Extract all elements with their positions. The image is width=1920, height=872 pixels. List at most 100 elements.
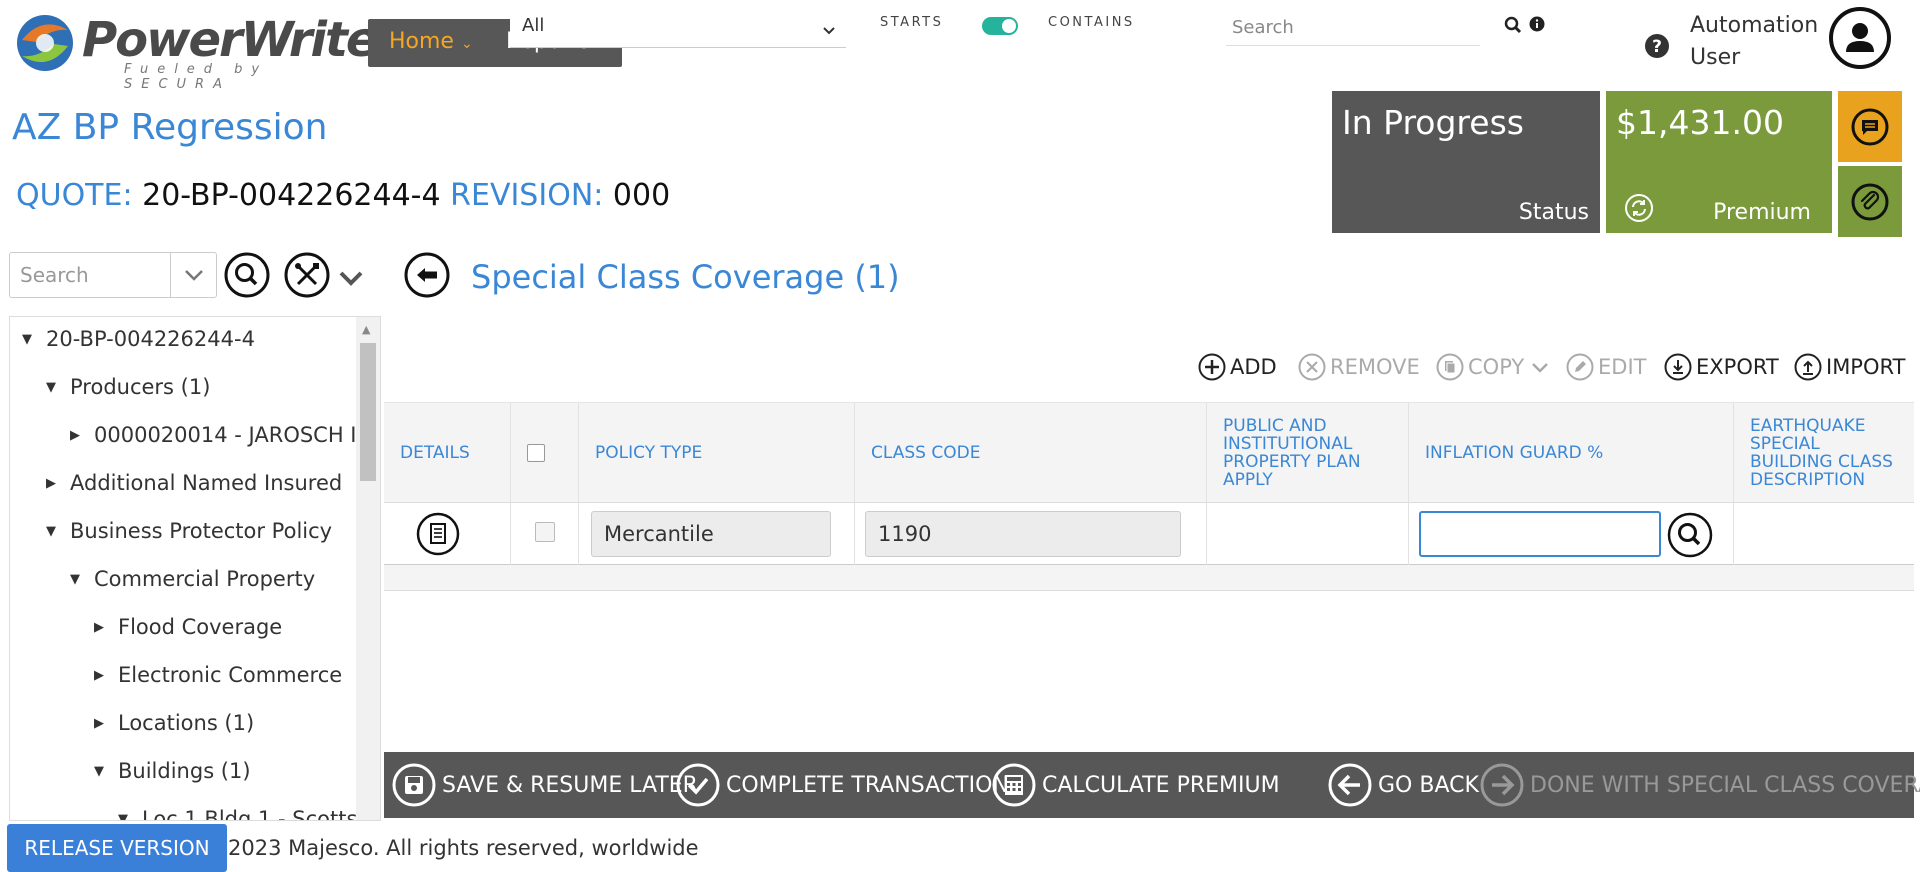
tree-node-commercial-property[interactable]: ▼ Commercial Property bbox=[70, 567, 315, 597]
copy-button[interactable]: COPY bbox=[1436, 352, 1554, 382]
tree-node-buildings[interactable]: ▼ Buildings (1) bbox=[94, 759, 251, 789]
tree-node-additional-named-insured[interactable]: ▶ Additional Named Insured bbox=[46, 471, 342, 501]
status-label: Status bbox=[1518, 200, 1589, 225]
caret-right-icon[interactable]: ▶ bbox=[70, 428, 94, 443]
tools-icon[interactable] bbox=[284, 252, 330, 298]
calculate-premium-button[interactable]: CALCULATE PREMIUM bbox=[992, 763, 1280, 807]
col-header-details[interactable]: DETAILS bbox=[384, 403, 511, 503]
document-icon[interactable] bbox=[416, 512, 460, 556]
table-row[interactable]: Mercantile 1190 bbox=[384, 503, 1914, 565]
tree-node-label: Business Protector Policy bbox=[70, 519, 333, 543]
download-icon bbox=[1664, 353, 1692, 381]
user-name-line1: Automation bbox=[1690, 13, 1819, 38]
notes-button[interactable] bbox=[1838, 91, 1902, 162]
cell-eq-description[interactable] bbox=[1734, 503, 1914, 565]
caret-down-icon[interactable]: ▼ bbox=[22, 332, 46, 347]
class-code-field[interactable]: 1190 bbox=[865, 511, 1181, 557]
save-resume-button[interactable]: SAVE & RESUME LATER bbox=[392, 763, 698, 807]
tree-search-dropdown[interactable] bbox=[170, 253, 216, 297]
tree-scrollbar[interactable]: ▲ bbox=[356, 317, 380, 820]
svg-text:?: ? bbox=[1652, 37, 1662, 57]
caret-right-icon[interactable]: ▶ bbox=[94, 668, 118, 683]
plus-circle-icon bbox=[1198, 353, 1226, 381]
select-all-checkbox[interactable] bbox=[527, 444, 545, 462]
caret-down-icon[interactable]: ▼ bbox=[94, 764, 118, 779]
caret-down-icon[interactable]: ▼ bbox=[70, 572, 94, 587]
premium-label: Premium bbox=[1713, 200, 1811, 225]
global-search bbox=[1226, 10, 1480, 46]
chevron-down-icon[interactable] bbox=[336, 268, 366, 288]
toggle-label-starts: STARTS bbox=[880, 15, 944, 30]
logo-wordmark: PowerWriter bbox=[82, 12, 400, 68]
paperclip-icon bbox=[1851, 183, 1889, 221]
policy-type-field[interactable]: Mercantile bbox=[591, 511, 831, 557]
user-name[interactable]: Automation User bbox=[1690, 10, 1818, 74]
tree-node-quote[interactable]: ▼ 20-BP-004226244-4 bbox=[22, 327, 255, 357]
save-resume-label: SAVE & RESUME LATER bbox=[442, 772, 698, 798]
col-header-inflation-guard[interactable]: INFLATION GUARD % bbox=[1409, 403, 1734, 503]
search-scope-select[interactable]: All bbox=[510, 14, 846, 48]
caret-down-icon[interactable]: ▼ bbox=[118, 812, 142, 820]
import-button[interactable]: IMPORT bbox=[1794, 352, 1905, 382]
revision-number: 000 bbox=[612, 178, 671, 213]
global-search-input[interactable] bbox=[1226, 10, 1480, 45]
cell-public-plan[interactable] bbox=[1207, 503, 1409, 565]
chevron-down-icon[interactable] bbox=[1530, 357, 1550, 377]
tree-node-locations[interactable]: ▶ Locations (1) bbox=[94, 711, 254, 741]
info-icon[interactable] bbox=[1529, 16, 1545, 32]
caret-right-icon[interactable]: ▶ bbox=[94, 620, 118, 635]
attachments-button[interactable] bbox=[1838, 166, 1902, 237]
done-button[interactable]: DONE WITH SPECIAL CLASS COVERAGE bbox=[1480, 763, 1920, 807]
col-header-public-plan[interactable]: PUBLIC AND INSTITUTIONAL PROPERTY PLAN A… bbox=[1207, 403, 1409, 503]
export-button[interactable]: EXPORT bbox=[1664, 352, 1779, 382]
starts-contains-toggle[interactable] bbox=[982, 17, 1018, 35]
caret-down-icon[interactable]: ▼ bbox=[46, 524, 70, 539]
add-button[interactable]: ADD bbox=[1198, 352, 1277, 382]
col-header-eq-description[interactable]: EARTHQUAKE SPECIAL BUILDING CLASS DESCRI… bbox=[1734, 403, 1914, 503]
tree-node-producers[interactable]: ▼ Producers (1) bbox=[46, 375, 210, 405]
checkmark-icon bbox=[676, 763, 720, 807]
help-icon[interactable]: ? bbox=[1644, 33, 1670, 59]
tree-node-label: Loc 1 Bldg 1 - Scottsdale bbox=[142, 807, 381, 821]
caret-right-icon[interactable]: ▶ bbox=[94, 716, 118, 731]
tree-node-flood-coverage[interactable]: ▶ Flood Coverage bbox=[94, 615, 282, 645]
scroll-up-icon[interactable]: ▲ bbox=[362, 323, 370, 336]
complete-transaction-button[interactable]: COMPLETE TRANSACTION bbox=[676, 763, 1009, 807]
powerwriter-logo[interactable]: PowerWriter Fueled by SECURA bbox=[12, 10, 400, 92]
policy-tree: ▼ 20-BP-004226244-4 ▼ Producers (1) ▶ 00000… bbox=[9, 316, 381, 821]
refresh-icon[interactable] bbox=[1624, 193, 1654, 223]
cell-policy-type: Mercantile bbox=[579, 503, 855, 565]
tree-search-button[interactable] bbox=[224, 252, 270, 298]
close-circle-icon bbox=[1298, 353, 1326, 381]
search-icon[interactable] bbox=[1504, 16, 1522, 34]
row-checkbox[interactable] bbox=[535, 522, 555, 542]
chevron-down-icon bbox=[185, 270, 203, 281]
release-version-button[interactable]: RELEASE VERSION bbox=[7, 824, 227, 872]
toggle-label-contains: CONTAINS bbox=[1048, 15, 1135, 30]
add-label: ADD bbox=[1230, 355, 1277, 379]
go-back-button[interactable]: GO BACK bbox=[1328, 763, 1479, 807]
col-header-class-code[interactable]: CLASS CODE bbox=[855, 403, 1207, 503]
remove-button[interactable]: REMOVE bbox=[1298, 352, 1420, 382]
inflation-guard-input[interactable] bbox=[1419, 511, 1661, 557]
cell-select bbox=[511, 503, 579, 565]
tree-search-input[interactable] bbox=[10, 253, 170, 297]
search-icon[interactable] bbox=[1667, 512, 1713, 558]
tree-node-building-1[interactable]: ▼ Loc 1 Bldg 1 - Scottsdale bbox=[118, 807, 381, 821]
tree-scrollbar-thumb[interactable] bbox=[360, 343, 376, 481]
caret-right-icon[interactable]: ▶ bbox=[46, 476, 70, 491]
tree-node-business-protector[interactable]: ▼ Business Protector Policy bbox=[46, 519, 332, 549]
col-header-policy-type[interactable]: POLICY TYPE bbox=[579, 403, 855, 503]
premium-value: $1,431.00 bbox=[1616, 103, 1784, 142]
toggle-knob bbox=[1002, 19, 1016, 33]
tree-node-electronic-commerce[interactable]: ▶ Electronic Commerce bbox=[94, 663, 342, 693]
chevron-down-icon: ⌄ bbox=[460, 36, 473, 52]
edit-button[interactable]: EDIT bbox=[1566, 352, 1646, 382]
tree-node-label: Commercial Property bbox=[94, 567, 316, 591]
caret-down-icon[interactable]: ▼ bbox=[46, 380, 70, 395]
back-arrow-icon[interactable] bbox=[404, 252, 450, 298]
nav-home[interactable]: Home ⌄ bbox=[389, 29, 473, 54]
chevron-down-icon bbox=[823, 27, 835, 35]
user-avatar-icon[interactable] bbox=[1828, 6, 1892, 70]
tree-node-producer[interactable]: ▶0000020014 - JAROSCH INSURANCE bbox=[70, 423, 380, 453]
